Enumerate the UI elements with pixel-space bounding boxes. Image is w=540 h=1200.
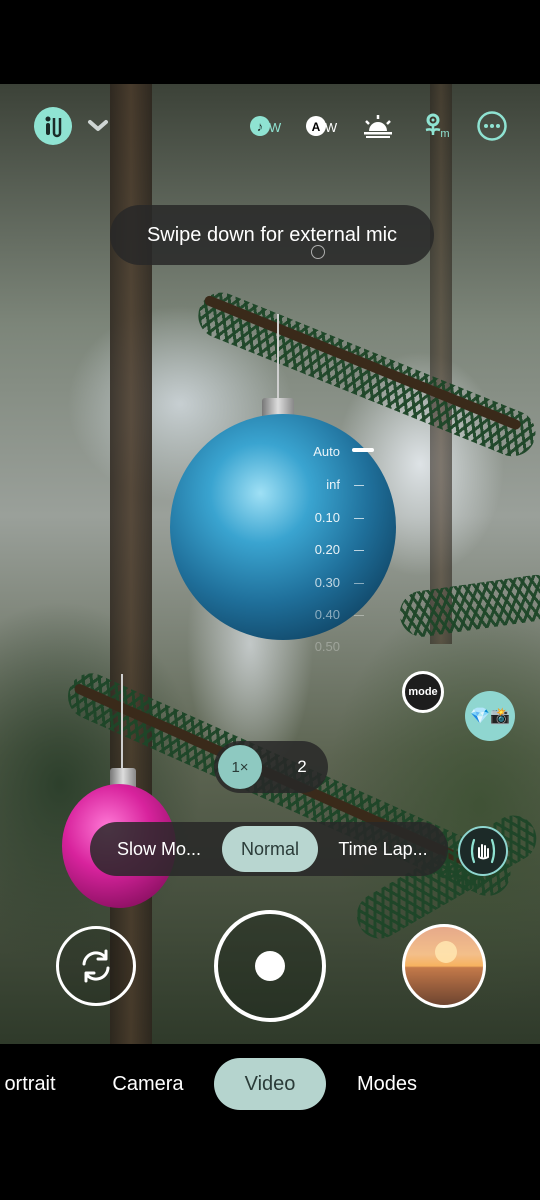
focus-label[interactable]: 0.10 bbox=[280, 510, 340, 525]
focus-tick bbox=[354, 550, 364, 551]
focus-target-icon bbox=[311, 245, 325, 259]
mode-video[interactable]: Video bbox=[214, 1058, 326, 1110]
speed-time-lapse[interactable]: Time Lap... bbox=[328, 822, 438, 876]
external-mic-toast: Swipe down for external mic bbox=[110, 205, 434, 265]
speed-slow-mo[interactable]: Slow Mo... bbox=[104, 822, 214, 876]
record-dot bbox=[255, 951, 285, 981]
svg-text:♪: ♪ bbox=[257, 119, 264, 134]
stabilization-button[interactable] bbox=[458, 826, 508, 876]
wb-text: W bbox=[269, 120, 282, 135]
sun bbox=[435, 941, 457, 963]
auto-white-balance-icon[interactable]: AW bbox=[304, 108, 340, 144]
more-icon[interactable] bbox=[474, 108, 510, 144]
focus-label[interactable]: 0.20 bbox=[280, 542, 340, 557]
focus-tick bbox=[354, 518, 364, 519]
zoom-selector: 1× 2 bbox=[214, 741, 328, 793]
zoom-2x-button[interactable]: 2 bbox=[280, 745, 324, 789]
branch-stem bbox=[203, 294, 523, 432]
mode-camera[interactable]: Camera bbox=[98, 1058, 198, 1110]
svg-text:W: W bbox=[325, 120, 338, 135]
svg-text:m: m bbox=[440, 128, 449, 140]
focus-label[interactable]: inf bbox=[280, 477, 340, 492]
focus-label[interactable]: 0.40 bbox=[280, 607, 340, 622]
hd-photo-button[interactable]: 💎📸 bbox=[465, 691, 515, 741]
exposure-icon[interactable] bbox=[360, 108, 396, 144]
camera-mode-bar: ortrait Camera Video Modes bbox=[0, 1044, 540, 1124]
tree-trunk bbox=[430, 84, 452, 644]
chevron-down-icon[interactable] bbox=[80, 108, 116, 144]
mode-portrait[interactable]: ortrait bbox=[0, 1058, 70, 1110]
macro-icon[interactable]: m bbox=[418, 108, 454, 144]
hd-badge-label: 💎📸 bbox=[470, 708, 510, 725]
mode-button[interactable]: mode bbox=[402, 671, 444, 713]
focus-label[interactable]: 0.30 bbox=[280, 575, 340, 590]
focus-tick bbox=[354, 583, 364, 584]
zoom-1x-button[interactable]: 1× bbox=[218, 745, 262, 789]
switch-camera-icon bbox=[82, 949, 110, 983]
focus-tick bbox=[354, 485, 364, 486]
focus-distance-scale[interactable]: Auto inf 0.10 0.20 0.30 0.40 0.50 bbox=[300, 440, 380, 660]
ornament-string bbox=[277, 314, 279, 404]
filter-icon[interactable] bbox=[34, 107, 72, 145]
focus-label[interactable]: 0.50 bbox=[280, 639, 340, 654]
white-balance-icon[interactable]: ♪ W bbox=[248, 108, 284, 144]
focus-indicator bbox=[352, 448, 374, 452]
switch-camera-button[interactable] bbox=[56, 926, 136, 1006]
toast-text: Swipe down for external mic bbox=[146, 223, 398, 246]
mode-modes[interactable]: Modes bbox=[340, 1058, 434, 1110]
gallery-thumbnail[interactable] bbox=[402, 924, 486, 1008]
focus-tick bbox=[354, 615, 364, 616]
video-speed-selector: Slow Mo... Normal Time Lap... bbox=[90, 822, 448, 876]
focus-label[interactable]: Auto bbox=[280, 444, 340, 459]
record-button[interactable] bbox=[214, 910, 326, 1022]
pine-branch bbox=[396, 571, 540, 640]
ornament-string bbox=[121, 674, 123, 774]
speed-normal[interactable]: Normal bbox=[222, 826, 318, 872]
svg-text:A: A bbox=[312, 120, 321, 134]
stabilization-icon bbox=[470, 838, 496, 864]
mode-badge-label: mode bbox=[408, 686, 438, 698]
